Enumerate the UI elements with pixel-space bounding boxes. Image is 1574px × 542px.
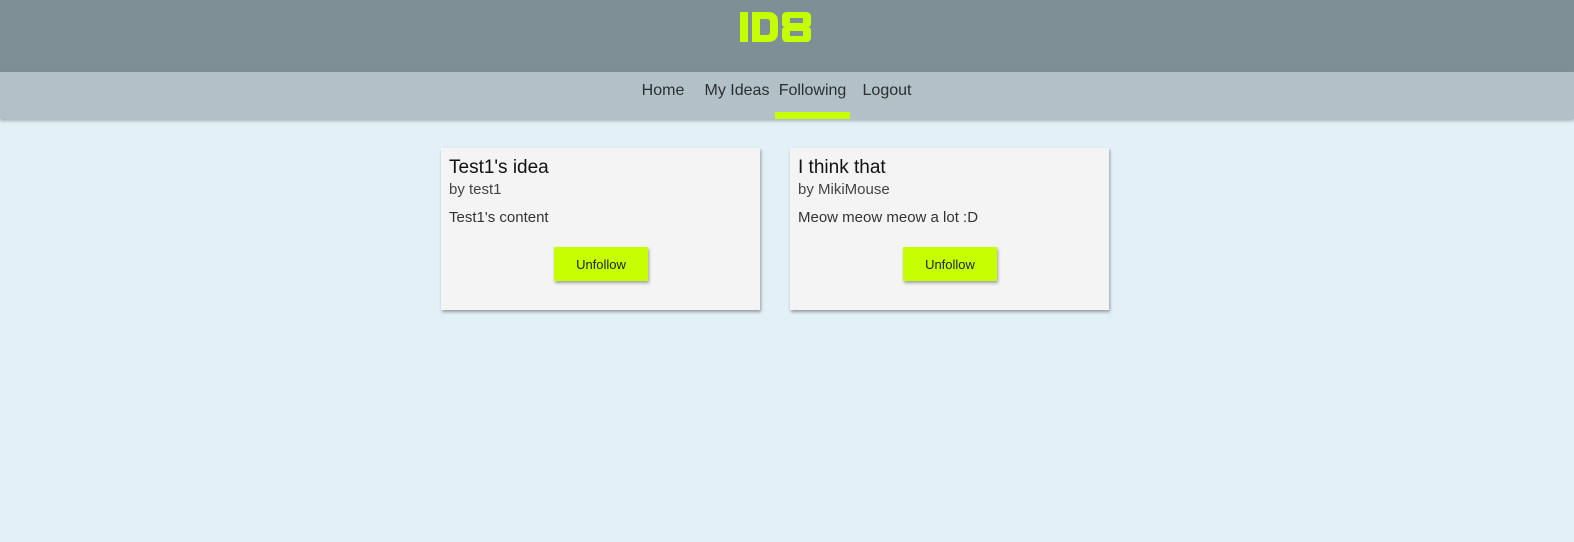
- app-logo[interactable]: [738, 10, 814, 44]
- idea-title: Test1's idea: [449, 157, 549, 178]
- idea-author: by MikiMouse: [798, 181, 890, 198]
- idea-content: Test1's content: [449, 209, 549, 226]
- unfollow-button[interactable]: Unfollow: [903, 247, 997, 281]
- nav-home[interactable]: Home: [636, 72, 690, 119]
- nav-following[interactable]: Following: [775, 72, 850, 119]
- top-header: [0, 0, 1574, 72]
- main-navigation: Home My Ideas Following Logout: [0, 72, 1574, 119]
- idea-card: I think that by MikiMouse Meow meow meow…: [790, 148, 1109, 310]
- nav-my-ideas[interactable]: My Ideas: [703, 72, 771, 119]
- idea-card: Test1's idea by test1 Test1's content Un…: [441, 148, 760, 310]
- idea-author: by test1: [449, 181, 502, 198]
- unfollow-button[interactable]: Unfollow: [554, 247, 648, 281]
- nav-logout[interactable]: Logout: [858, 72, 916, 119]
- idea-title: I think that: [798, 157, 886, 178]
- idea-content: Meow meow meow a lot :D: [798, 209, 979, 226]
